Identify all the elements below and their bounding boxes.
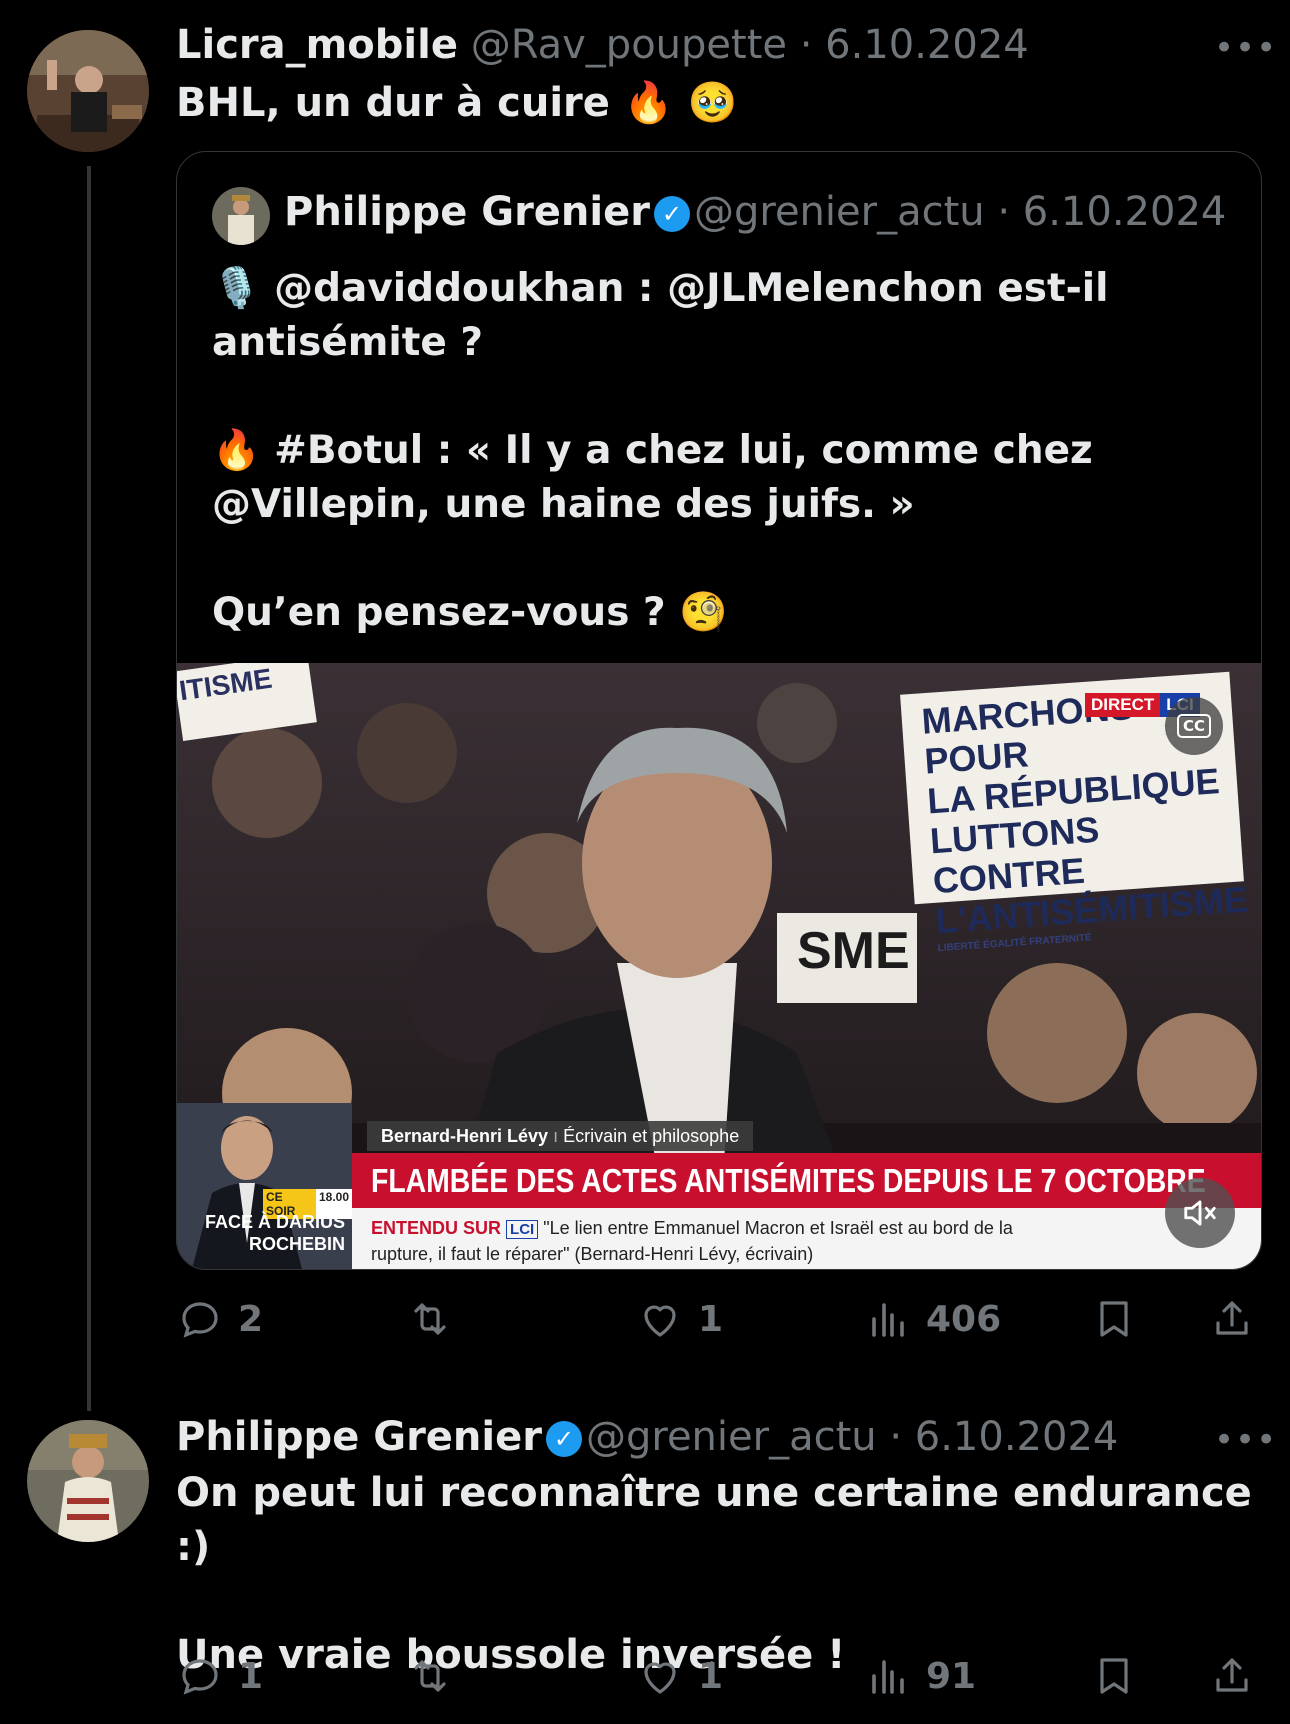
reply-icon [182, 1302, 218, 1338]
like-button[interactable]: 1 [636, 1651, 723, 1701]
heard-on-label: ENTENDU SUR [371, 1218, 502, 1238]
share-icon [1216, 1658, 1248, 1692]
quoted-author-name: Philippe Grenier [284, 189, 650, 235]
heart-icon [644, 1305, 676, 1337]
quoted-text: 🎙️ @daviddoukhan : @JLMelenchon est-il a… [212, 262, 1109, 640]
avatar-image [27, 30, 149, 152]
separator: · [889, 1414, 903, 1460]
quoted-text-line: Qu’en pensez-vous ? 🧐 [212, 590, 728, 635]
video-player[interactable]: MARCHONS POUR LA RÉPUBLIQUE LUTTONS CONT… [177, 663, 1261, 1269]
reply-count: 2 [238, 1298, 264, 1340]
reply-icon [182, 1659, 218, 1695]
ticker-quote-line: "Le lien entre Emmanuel Macron et Israël… [543, 1218, 1013, 1238]
repost-icon [414, 1303, 446, 1335]
post-date[interactable]: 6.10.2024 [825, 22, 1029, 68]
post-text: On peut lui reconnaître une certaine end… [176, 1466, 1290, 1682]
views-button[interactable]: 406 [864, 1294, 1001, 1344]
live-label: DIRECT [1085, 693, 1161, 717]
avatar[interactable] [27, 1420, 149, 1542]
separator: · [997, 189, 1011, 235]
quoted-tweet[interactable]: Philippe Grenier ✓ @grenier_actu · 6.10.20… [176, 151, 1262, 1270]
bookmark-icon [1100, 1658, 1128, 1694]
bookmark-button[interactable] [1090, 1651, 1138, 1701]
name-strip: Bernard-Henri Lévy ı Écrivain et philoso… [367, 1121, 754, 1151]
repost-button[interactable] [406, 1294, 468, 1344]
like-count: 1 [698, 1655, 724, 1697]
promo-line: ROCHEBIN [248, 1234, 345, 1254]
views-chart-icon [872, 1660, 904, 1694]
view-count: 91 [926, 1655, 977, 1697]
post-date[interactable]: 6.10.2024 [915, 1414, 1119, 1460]
heard-channel: LCI [506, 1220, 539, 1239]
promo-box: CE SOIR 18.00 FACE À DARIUS ROCHEBIN [177, 1103, 352, 1269]
repost-icon [414, 1660, 446, 1692]
verified-badge-icon: ✓ [653, 196, 690, 232]
separator: · [799, 22, 813, 68]
avatar-image [27, 1420, 149, 1542]
author-name[interactable]: Philippe Grenier [176, 1414, 542, 1460]
action-bar: 1 1 91 [176, 1651, 1256, 1701]
post-text: BHL, un dur à cuire 🔥 🥹 [176, 80, 738, 126]
reply-button[interactable]: 1 [176, 1651, 263, 1701]
quoted-text-line: @Villepin, une haine des juifs. » [212, 482, 915, 527]
reply-button[interactable]: 2 [176, 1294, 263, 1344]
cc-icon: CC [1176, 714, 1212, 738]
more-options-icon[interactable]: ••• [1214, 1420, 1277, 1460]
person-name: Bernard-Henri Lévy [381, 1126, 549, 1146]
share-icon [1216, 1301, 1248, 1335]
heart-icon [644, 1662, 676, 1694]
like-count: 1 [698, 1298, 724, 1340]
quoted-text-line: 🔥 #Botul : « Il y a chez lui, comme chez [212, 428, 1093, 473]
quoted-post-date: 6.10.2024 [1022, 189, 1227, 235]
bookmark-button[interactable] [1090, 1294, 1138, 1344]
author-name[interactable]: Licra_mobile [176, 22, 458, 68]
person-role: Écrivain et philosophe [563, 1126, 740, 1146]
promo-line: FACE À DARIUS [205, 1212, 346, 1232]
view-count: 406 [926, 1298, 1002, 1340]
protest-sign-mid: SME [797, 922, 910, 980]
quoted-text-line: antisémite ? [212, 320, 484, 365]
captions-button[interactable]: CC [1165, 697, 1223, 755]
repost-button[interactable] [406, 1651, 468, 1701]
more-options-icon[interactable]: ••• [1214, 28, 1277, 68]
author-handle[interactable]: @grenier_actu [586, 1414, 877, 1460]
author-handle[interactable]: @Rav_poupette [471, 22, 787, 68]
muted-speaker-icon [1184, 1200, 1216, 1226]
share-button[interactable] [1208, 1294, 1256, 1344]
avatar-image [212, 187, 270, 245]
reply-count: 1 [238, 1655, 264, 1697]
avatar [212, 187, 270, 245]
ticker-quote-line: rupture, il faut le réparer" (Bernard-He… [371, 1244, 814, 1264]
quoted-text-line: 🎙️ @daviddoukhan : @JLMelenchon est-il [212, 266, 1109, 311]
action-bar: 2 1 406 [176, 1294, 1256, 1344]
quoted-author-handle: @grenier_actu [693, 189, 985, 235]
views-button[interactable]: 91 [864, 1651, 976, 1701]
avatar[interactable] [27, 30, 149, 152]
verified-badge-icon: ✓ [545, 1421, 582, 1457]
like-button[interactable]: 1 [636, 1294, 723, 1344]
bookmark-icon [1100, 1301, 1128, 1337]
thread-line [87, 166, 91, 1411]
views-chart-icon [872, 1303, 904, 1337]
share-button[interactable] [1208, 1651, 1256, 1701]
headline-text: FLAMBÉE DES ACTES ANTISÉMITES DEPUIS LE … [371, 1162, 1206, 1199]
mute-button[interactable] [1165, 1178, 1235, 1248]
post-text-line: On peut lui reconnaître une certaine end… [176, 1470, 1252, 1570]
